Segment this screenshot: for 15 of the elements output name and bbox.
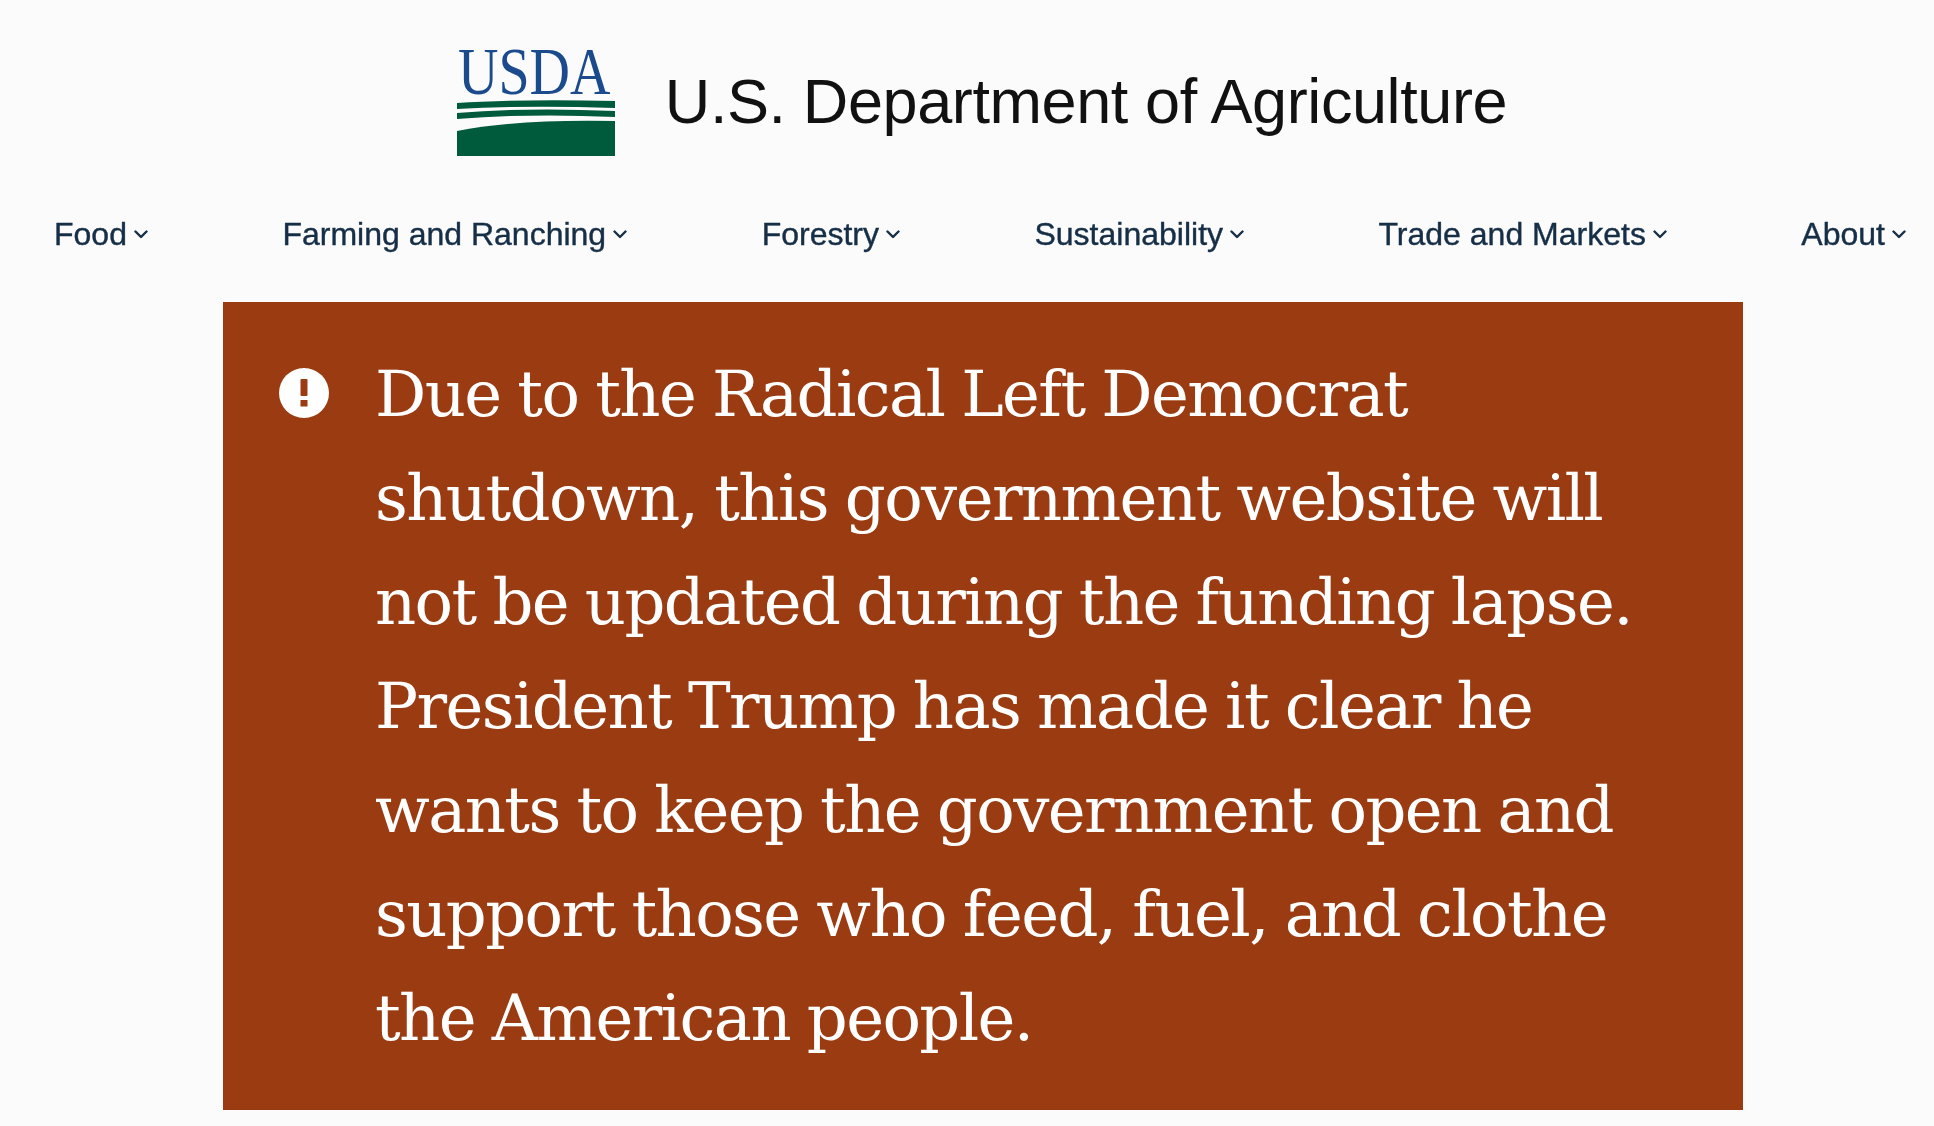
- logo: USDA: [456, 47, 615, 156]
- nav-menu-button[interactable]: Forestry: [761, 215, 900, 253]
- nav-menu-button[interactable]: Sustainability: [1034, 215, 1244, 253]
- nav-menu-button[interactable]: Food: [54, 215, 148, 253]
- chevron-down-icon: [133, 229, 148, 239]
- chevron-down-icon: [1652, 229, 1667, 239]
- alert-message: Due to the Radical Left Democrat shutdown, this government website will not be updated during the funding lapse. President Trump has made it clear he wants to keep the government open and support those who feed, fuel, and clothe the American people.: [375, 356, 1633, 1057]
- nav-menu-button[interactable]: Trade and Markets: [1378, 215, 1667, 253]
- nav-menu-button[interactable]: About: [1801, 215, 1906, 253]
- chevron-down-icon: [1230, 229, 1244, 239]
- alert-icon: [279, 368, 329, 418]
- chevron-down-icon: [886, 229, 900, 239]
- chevron-down-icon: [613, 229, 628, 239]
- chevron-down-icon: [1892, 229, 1906, 239]
- nav-menu-button[interactable]: Farming and Ranching: [282, 215, 628, 253]
